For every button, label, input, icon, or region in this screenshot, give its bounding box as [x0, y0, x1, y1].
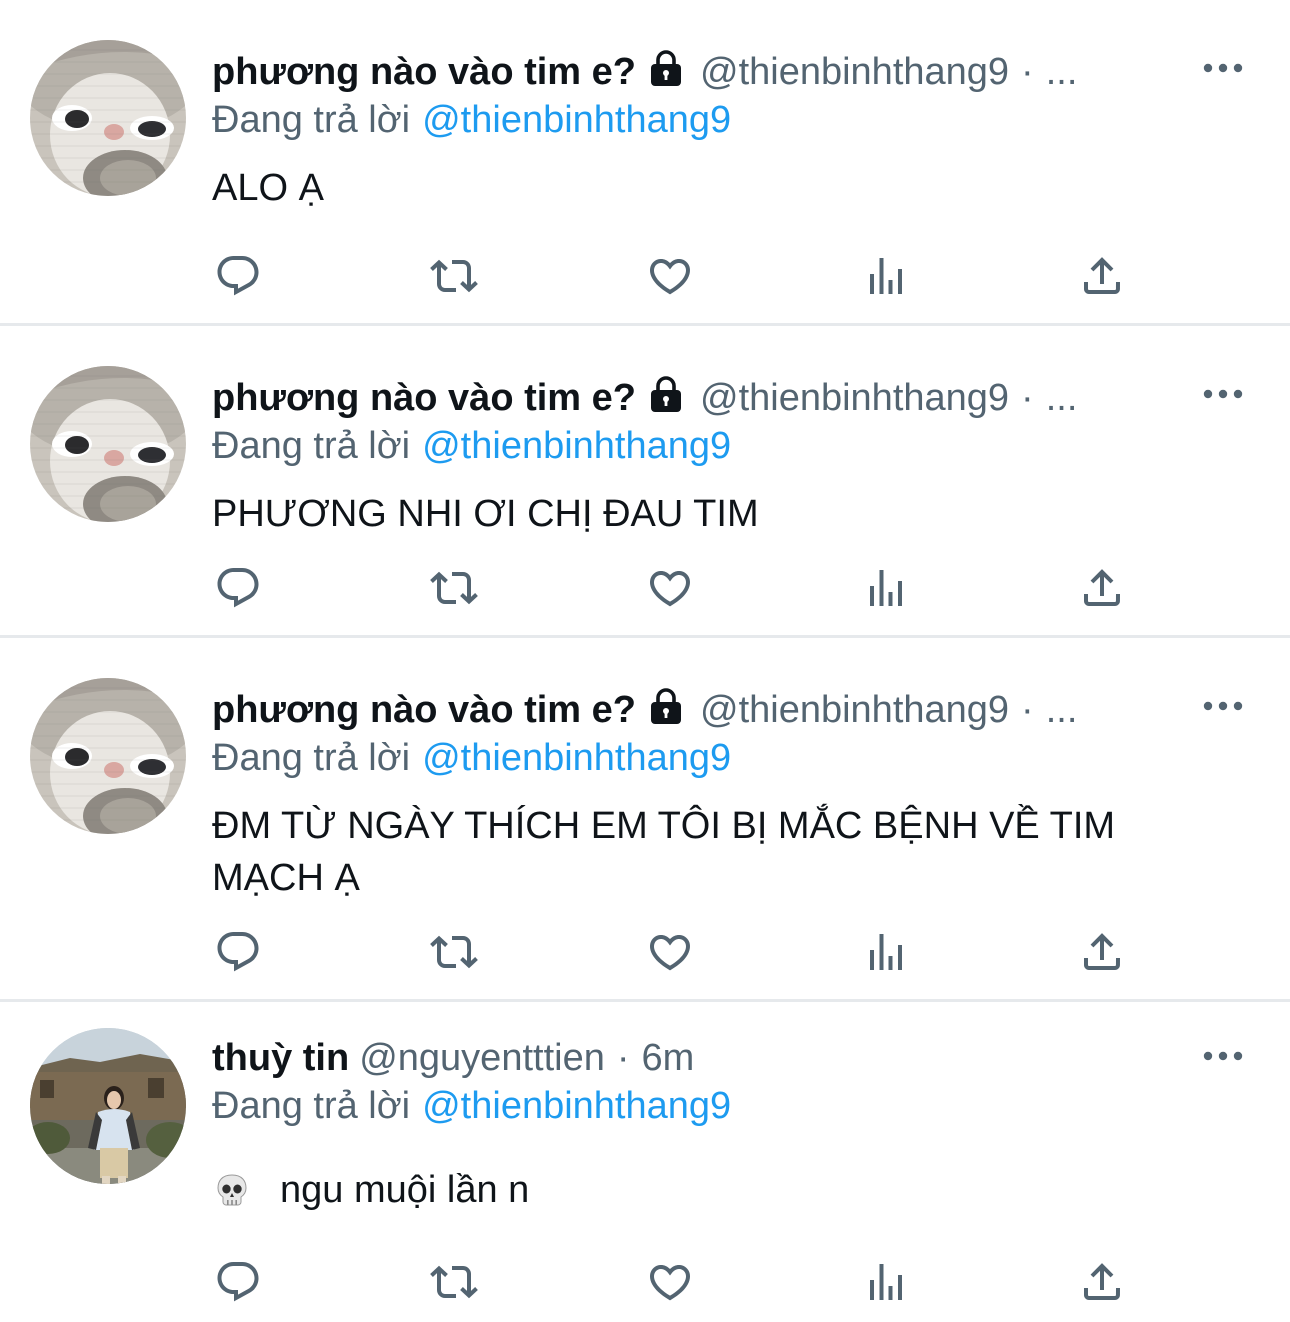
separator: ·: [1021, 51, 1034, 93]
replying-to-handle[interactable]: @thienbinhthang9: [422, 1085, 731, 1127]
tweet-text: PHƯƠNG NHI ƠI CHỊ ĐAU TIM: [212, 493, 759, 535]
timestamp[interactable]: ...: [1046, 51, 1078, 93]
display-name[interactable]: phương nào vào tim e?: [212, 51, 636, 93]
display-name[interactable]: phương nào vào tim e?: [212, 689, 636, 731]
retweet-icon[interactable]: [426, 928, 478, 976]
tweet-text: ĐM TỪ NGÀY THÍCH EM TÔI BỊ MẮC BỆNH VỀ T…: [212, 800, 1230, 904]
reply-icon[interactable]: [212, 1258, 264, 1306]
like-icon[interactable]: [644, 1258, 696, 1306]
replying-to-handle[interactable]: @thienbinhthang9: [422, 99, 731, 141]
timestamp[interactable]: ...: [1046, 689, 1078, 731]
views-icon[interactable]: [860, 928, 912, 976]
replying-to: Đang trả lời @thienbinhthang9: [212, 734, 731, 782]
reply-icon[interactable]: [212, 928, 264, 976]
replying-to: Đang trả lời @thienbinhthang9: [212, 1082, 731, 1130]
like-icon[interactable]: [644, 928, 696, 976]
separator: ·: [1021, 689, 1034, 731]
replying-to-label: Đang trả lời: [212, 1085, 411, 1127]
tweet-text: ngu muội lần n: [212, 1164, 1230, 1222]
views-icon[interactable]: [860, 252, 912, 300]
display-name[interactable]: thuỳ tin: [212, 1037, 349, 1079]
tweet-text-line-2: MẠCH Ạ: [212, 857, 360, 899]
lock-icon: [646, 686, 686, 736]
replying-to-handle[interactable]: @thienbinhthang9: [422, 425, 731, 467]
replying-to: Đang trả lời @thienbinhthang9: [212, 96, 731, 144]
avatar[interactable]: [30, 1028, 186, 1184]
views-icon[interactable]: [860, 564, 912, 612]
user-handle[interactable]: @thienbinhthang9: [700, 377, 1009, 419]
tweet-header: thuỳ tin @nguyentttien · 6m: [212, 1032, 1180, 1084]
lock-icon: [646, 48, 686, 98]
separator: ·: [1021, 377, 1034, 419]
retweet-icon[interactable]: [426, 252, 478, 300]
timestamp[interactable]: ...: [1046, 377, 1078, 419]
tweet-4[interactable]: thuỳ tin @nguyentttien · 6m Đang trả lời @th…: [0, 1002, 1290, 1322]
more-options-icon[interactable]: [1202, 692, 1244, 720]
share-icon[interactable]: [1076, 564, 1128, 612]
replying-to-label: Đang trả lời: [212, 737, 411, 779]
tweet-text-content: ngu muội lần n: [280, 1169, 530, 1211]
separator: ·: [616, 1037, 630, 1079]
share-icon[interactable]: [1076, 252, 1128, 300]
tweet-header: phương nào vào tim e? @thienbinhthang9 ·..…: [212, 372, 1180, 424]
display-name[interactable]: phương nào vào tim e?: [212, 377, 636, 419]
replying-to-handle[interactable]: @thienbinhthang9: [422, 737, 731, 779]
replying-to-label: Đang trả lời: [212, 99, 411, 141]
user-handle[interactable]: @thienbinhthang9: [700, 51, 1009, 93]
timestamp[interactable]: 6m: [642, 1037, 695, 1079]
replying-to-label: Đang trả lời: [212, 425, 411, 467]
tweet-actions: [212, 1258, 1152, 1306]
tweet-2[interactable]: phương nào vào tim e? @thienbinhthang9 ·..…: [0, 326, 1290, 638]
more-options-icon[interactable]: [1202, 380, 1244, 408]
like-icon[interactable]: [644, 252, 696, 300]
reply-icon[interactable]: [212, 252, 264, 300]
retweet-icon[interactable]: [426, 564, 478, 612]
avatar[interactable]: [30, 40, 186, 196]
tweet-header: phương nào vào tim e? @thienbinhthang9 ·..…: [212, 684, 1180, 736]
views-icon[interactable]: [860, 1258, 912, 1306]
tweet-actions: [212, 564, 1152, 612]
user-handle[interactable]: @nguyentttien: [359, 1037, 605, 1079]
share-icon[interactable]: [1076, 928, 1128, 976]
more-options-icon[interactable]: [1202, 1042, 1244, 1070]
tweet-1[interactable]: phương nào vào tim e? @thienbinhthang9 ·..…: [0, 0, 1290, 326]
tweet-header: phương nào vào tim e? @thienbinhthang9 ·..…: [212, 46, 1180, 98]
retweet-icon[interactable]: [426, 1258, 478, 1306]
skull-emoji-icon: [214, 1170, 250, 1222]
user-handle[interactable]: @thienbinhthang9: [700, 689, 1009, 731]
reply-icon[interactable]: [212, 564, 264, 612]
tweet-3[interactable]: phương nào vào tim e? @thienbinhthang9 ·..…: [0, 638, 1290, 1002]
tweet-text-line-1: ĐM TỪ NGÀY THÍCH EM TÔI BỊ MẮC BỆNH VỀ T…: [212, 805, 1116, 847]
tweet-actions: [212, 928, 1152, 976]
lock-icon: [646, 374, 686, 424]
tweet-text: ALO Ạ: [212, 167, 324, 209]
share-icon[interactable]: [1076, 1258, 1128, 1306]
avatar[interactable]: [30, 366, 186, 522]
replying-to: Đang trả lời @thienbinhthang9: [212, 422, 731, 470]
avatar[interactable]: [30, 678, 186, 834]
tweet-actions: [212, 252, 1152, 300]
like-icon[interactable]: [644, 564, 696, 612]
more-options-icon[interactable]: [1202, 54, 1244, 82]
